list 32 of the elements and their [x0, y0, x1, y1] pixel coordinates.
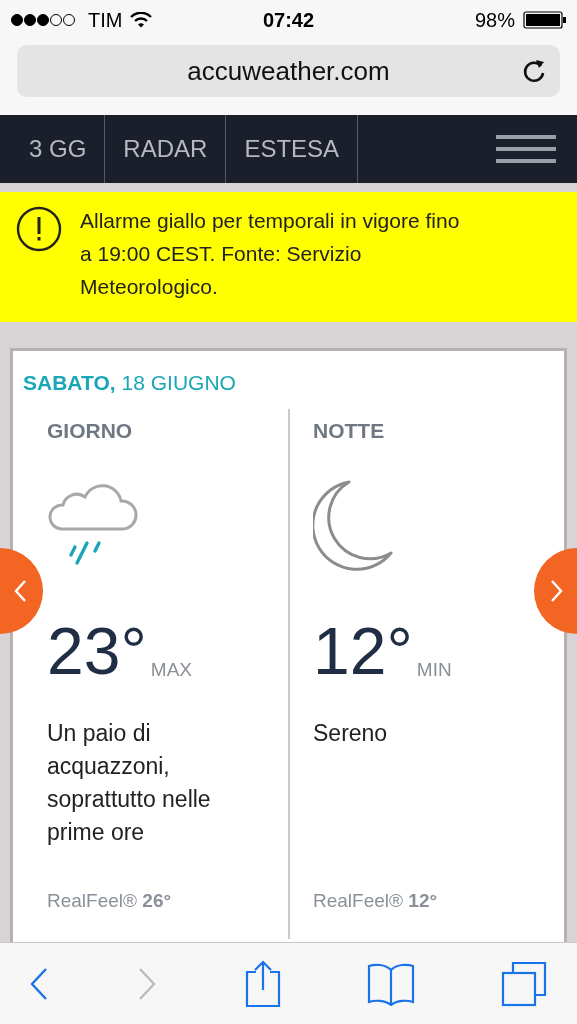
menu-icon[interactable]: [496, 135, 556, 163]
period-label: NOTTE: [313, 419, 386, 443]
temperature-qualifier: MAX: [150, 659, 192, 681]
carrier-name: TIM: [88, 8, 123, 32]
battery-icon: [523, 11, 567, 29]
reload-icon[interactable]: [522, 58, 546, 84]
address-bar[interactable]: accuweather.com: [17, 45, 560, 97]
bookmarks-icon[interactable]: [367, 961, 416, 1006]
realfeel-text: RealFeel® 26°: [47, 890, 173, 912]
chevron-right-icon: [550, 579, 564, 603]
warning-icon: [16, 206, 62, 252]
day-label: SABATO,: [23, 371, 116, 395]
moon-icon: [313, 479, 395, 573]
nav-tab[interactable]: RADAR: [105, 115, 227, 183]
nav-tab[interactable]: 3 GG: [0, 115, 106, 183]
date-label: 18 GIUGNO: [121, 371, 236, 395]
wifi-icon: [130, 12, 153, 28]
alert-message: Allarme giallo per temporali in vigore fino a 19:00 CEST. Fonte: Servizio Meteorologico.: [80, 208, 461, 300]
nav-tab[interactable]: ESTESA: [226, 115, 359, 183]
temperature: 12°: [313, 621, 413, 681]
tabs-icon[interactable]: [501, 960, 547, 1007]
chevron-left-icon: [13, 579, 27, 603]
period-label: GIORNO: [47, 419, 134, 443]
clock-time: 07:42: [262, 8, 315, 32]
back-icon[interactable]: [28, 966, 50, 1001]
temperature: 23°: [47, 621, 147, 681]
weather-description: Sereno: [313, 719, 389, 748]
temperature-qualifier: MIN: [416, 659, 452, 681]
realfeel-text: RealFeel® 12°: [313, 890, 439, 912]
share-icon[interactable]: [243, 959, 282, 1008]
weather-description: Un paio di acquazzoni, soprattutto nelle prime ore: [47, 719, 212, 847]
battery-percent: 98%: [474, 8, 515, 32]
